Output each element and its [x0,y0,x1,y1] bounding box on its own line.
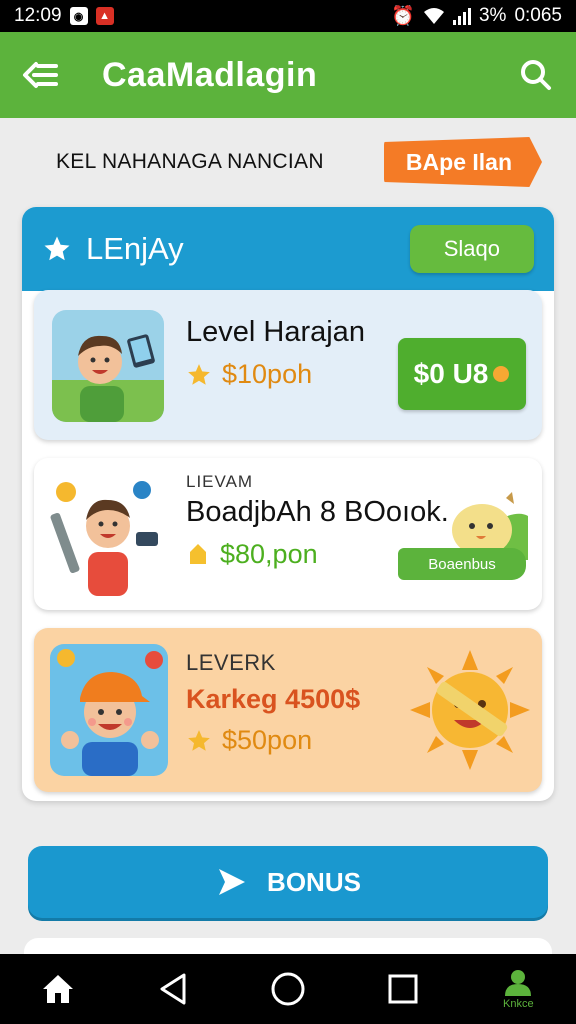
card-3-subtitle: Karkeg 4500$ [186,684,361,714]
orange-action-button[interactable]: BApe Ilan [383,137,542,187]
panel-header-button[interactable]: Slaqo [409,225,534,273]
signal-icon [452,7,471,25]
subheader: KEL NAHANAGA NANCIAN BApe Ilan [0,118,576,206]
star-icon [188,363,210,385]
back-triangle-icon [160,973,186,1005]
sun-mascot-icon [410,650,530,770]
boy-with-tools-avatar [50,472,170,596]
search-icon [521,60,551,90]
battery-percent: 3% [478,5,507,26]
level-card-2[interactable]: LIEVAM BoadjbAh 8 BOoıok. $80,pon [34,458,542,610]
card-1-price: $10poh [222,359,313,389]
nav-profile[interactable]: Knkce [486,957,550,1021]
card-2-bonus-tag[interactable]: Boaenbus [398,548,526,580]
play-icon [219,869,246,895]
card-1-buy-label: $0 U8 [413,358,489,389]
app-notification-icon: ▲ [95,7,114,25]
bonus-button-label: BONUS [267,866,361,897]
card-2-label: LIEVAM [186,472,254,491]
boy-with-phone-avatar [52,310,164,422]
home-icon [42,975,73,1003]
bonus-button[interactable]: BONUS [28,846,548,918]
status-clock: 0:065 [514,5,562,26]
wifi-icon [423,8,444,24]
nav-profile-label: Knkce [503,998,534,1010]
alarm-icon: ⏰ [391,6,415,27]
star-icon [188,729,210,751]
search-button[interactable] [516,55,556,95]
home-circle-icon [271,972,305,1006]
card-3-label: LEVERK [186,650,276,675]
nav-recents[interactable] [371,957,435,1021]
coin-icon [493,366,510,382]
card-1-buy-button[interactable]: $0 U8 [398,338,526,410]
camera-notification-icon: ◉ [69,7,88,25]
panel-header: LEnjAy Slaqo [22,207,554,291]
recents-square-icon [388,974,418,1004]
status-bar: 12:09 ◉ ▲ ⏰ 3% 0:065 [0,0,576,32]
nav-home[interactable] [26,957,90,1021]
panel-title: LEnjAy [86,231,184,266]
profile-icon [505,970,532,996]
card-2-title: BoadjbAh 8 BOoıok. [186,496,449,528]
card-1-title: Level Harajan [186,316,365,348]
section-title: KEL NAHANAGA NANCIAN [56,150,324,173]
back-button[interactable] [20,55,60,95]
nav-back[interactable] [141,957,205,1021]
app-title: CaaMadlagin [102,55,318,94]
status-time: 12:09 [14,5,62,26]
card-3-price: $50pon [222,725,313,755]
level-card-3[interactable]: LEVERK Karkeg 4500$ $50pon [34,628,542,792]
bell-icon [190,543,206,564]
back-arrow-icon [23,62,58,88]
nav-home-circle[interactable] [256,957,320,1021]
boy-with-cap-avatar [50,644,168,776]
navigation-bar: Knkce [0,954,576,1024]
card-2-price: $80,pon [220,539,318,569]
star-icon [44,236,70,261]
app-bar: CaaMadlagin [0,32,576,118]
